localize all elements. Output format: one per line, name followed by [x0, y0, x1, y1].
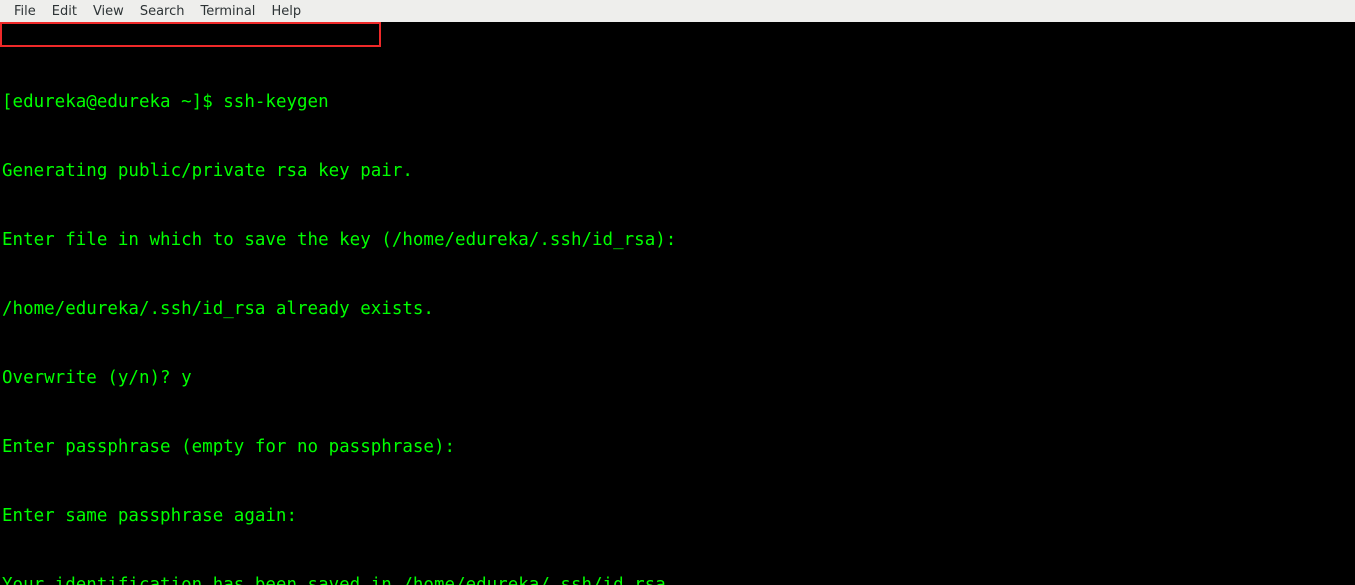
output-line: /home/edureka/.ssh/id_rsa already exists…: [2, 298, 1353, 321]
menu-edit[interactable]: Edit: [44, 2, 85, 21]
highlight-annotation: [0, 22, 381, 47]
menu-search[interactable]: Search: [132, 2, 193, 21]
output-line: Your identification has been saved in /h…: [2, 574, 1353, 585]
output-line: Enter passphrase (empty for no passphras…: [2, 436, 1353, 459]
command-text: ssh-keygen: [223, 92, 328, 112]
prompt-dollar: $: [202, 92, 223, 112]
menu-terminal[interactable]: Terminal: [192, 2, 263, 21]
menu-help[interactable]: Help: [263, 2, 309, 21]
output-line: Enter same passphrase again:: [2, 505, 1353, 528]
menubar: File Edit View Search Terminal Help: [0, 0, 1355, 22]
output-line: Enter file in which to save the key (/ho…: [2, 229, 1353, 252]
prompt-user-host: [edureka@edureka ~]: [2, 92, 202, 112]
output-line: Generating public/private rsa key pair.: [2, 160, 1353, 183]
menu-file[interactable]: File: [6, 2, 44, 21]
menu-view[interactable]: View: [85, 2, 132, 21]
output-line: Overwrite (y/n)? y: [2, 367, 1353, 390]
prompt-line-1: [edureka@edureka ~]$ ssh-keygen: [2, 91, 1353, 114]
terminal-area[interactable]: [edureka@edureka ~]$ ssh-keygen Generati…: [0, 22, 1355, 585]
